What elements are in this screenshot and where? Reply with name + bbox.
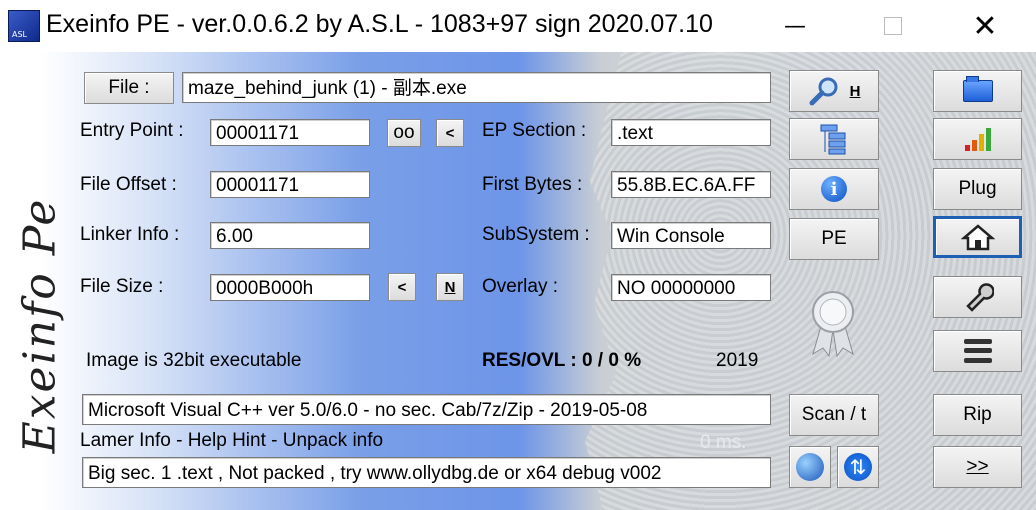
scan-button[interactable]: Scan / t bbox=[789, 394, 879, 436]
refresh-icon: ⇅ bbox=[844, 453, 872, 481]
title-bar[interactable]: ASL Exeinfo PE - ver.0.0.6.2 by A.S.L - … bbox=[0, 0, 1036, 52]
minimize-button[interactable]: — bbox=[760, 0, 830, 52]
subsystem-field[interactable]: Win Console bbox=[611, 222, 771, 249]
rip-button[interactable]: Rip bbox=[933, 394, 1022, 436]
image-info-text: Image is 32bit executable bbox=[86, 350, 302, 371]
info-icon: i bbox=[821, 176, 847, 202]
search-button[interactable]: H bbox=[789, 70, 879, 112]
ep-section-field[interactable]: .text bbox=[611, 119, 771, 146]
timing-text: 0 ms. bbox=[700, 432, 747, 453]
file-size-field[interactable]: 0000B000h bbox=[210, 274, 370, 301]
refresh-button[interactable]: ⇅ bbox=[837, 446, 879, 488]
subsystem-label: SubSystem : bbox=[482, 224, 590, 245]
pe-button[interactable]: PE bbox=[789, 218, 879, 260]
close-button[interactable]: ✕ bbox=[950, 0, 1020, 52]
entry-point-field[interactable]: 00001171 bbox=[210, 119, 370, 146]
magnifier-icon bbox=[809, 77, 838, 106]
entry-point-prev-button[interactable]: < bbox=[436, 119, 464, 147]
info-button[interactable]: i bbox=[789, 168, 879, 210]
linker-info-label: Linker Info : bbox=[80, 224, 180, 245]
menu-button[interactable] bbox=[933, 330, 1022, 372]
web-button[interactable] bbox=[789, 446, 831, 488]
home-icon bbox=[960, 224, 995, 251]
file-offset-label: File Offset : bbox=[80, 174, 177, 195]
year-text: 2019 bbox=[716, 350, 759, 371]
home-button[interactable] bbox=[933, 216, 1022, 258]
stats-button[interactable] bbox=[933, 118, 1022, 160]
globe-icon bbox=[796, 453, 824, 481]
hint-field[interactable]: Big sec. 1 .text , Not packed , try www.… bbox=[82, 457, 771, 488]
file-path-field[interactable]: maze_behind_junk (1) - 副本.exe bbox=[182, 72, 771, 103]
more-button[interactable]: >> bbox=[933, 446, 1022, 488]
entry-point-label: Entry Point : bbox=[80, 120, 184, 141]
first-bytes-field[interactable]: 55.8B.EC.6A.FF bbox=[611, 171, 771, 198]
ep-section-label: EP Section : bbox=[482, 120, 587, 141]
open-file-button[interactable] bbox=[933, 70, 1022, 112]
exeinfo-logo: Exeinfo Pe bbox=[14, 197, 66, 454]
file-button[interactable]: File : bbox=[84, 72, 174, 104]
section-viewer-button[interactable] bbox=[789, 118, 879, 160]
window-title: Exeinfo PE - ver.0.0.6.2 by A.S.L - 1083… bbox=[46, 10, 713, 38]
n-button[interactable]: N bbox=[436, 273, 464, 301]
menu-list-icon bbox=[963, 337, 992, 365]
first-bytes-label: First Bytes : bbox=[482, 174, 583, 195]
res-ovl-text: RES/OVL : 0 / 0 % bbox=[482, 350, 642, 371]
detection-result-field[interactable]: Microsoft Visual C++ ver 5.0/6.0 - no se… bbox=[82, 394, 771, 425]
signal-bars-icon bbox=[963, 127, 993, 151]
overlay-field[interactable]: NO 00000000 bbox=[611, 274, 771, 301]
linker-info-field[interactable]: 6.00 bbox=[210, 222, 370, 249]
plug-button[interactable]: Plug bbox=[933, 168, 1022, 210]
tree-list-icon bbox=[820, 124, 846, 155]
oo-button[interactable]: oo bbox=[387, 119, 421, 147]
app-icon[interactable]: ASL bbox=[8, 10, 40, 42]
tools-button[interactable] bbox=[933, 276, 1022, 318]
file-size-prev-button[interactable]: < bbox=[388, 273, 416, 301]
wrench-icon bbox=[965, 283, 994, 312]
file-size-label: File Size : bbox=[80, 276, 164, 297]
award-ribbon-icon bbox=[812, 291, 854, 358]
lamer-info-link[interactable]: Lamer Info - Help Hint - Unpack info bbox=[80, 430, 383, 452]
maximize-icon bbox=[884, 17, 902, 35]
file-offset-field[interactable]: 00001171 bbox=[210, 171, 370, 198]
folder-icon bbox=[962, 76, 993, 102]
maximize-button bbox=[858, 0, 928, 52]
overlay-label: Overlay : bbox=[482, 276, 559, 297]
